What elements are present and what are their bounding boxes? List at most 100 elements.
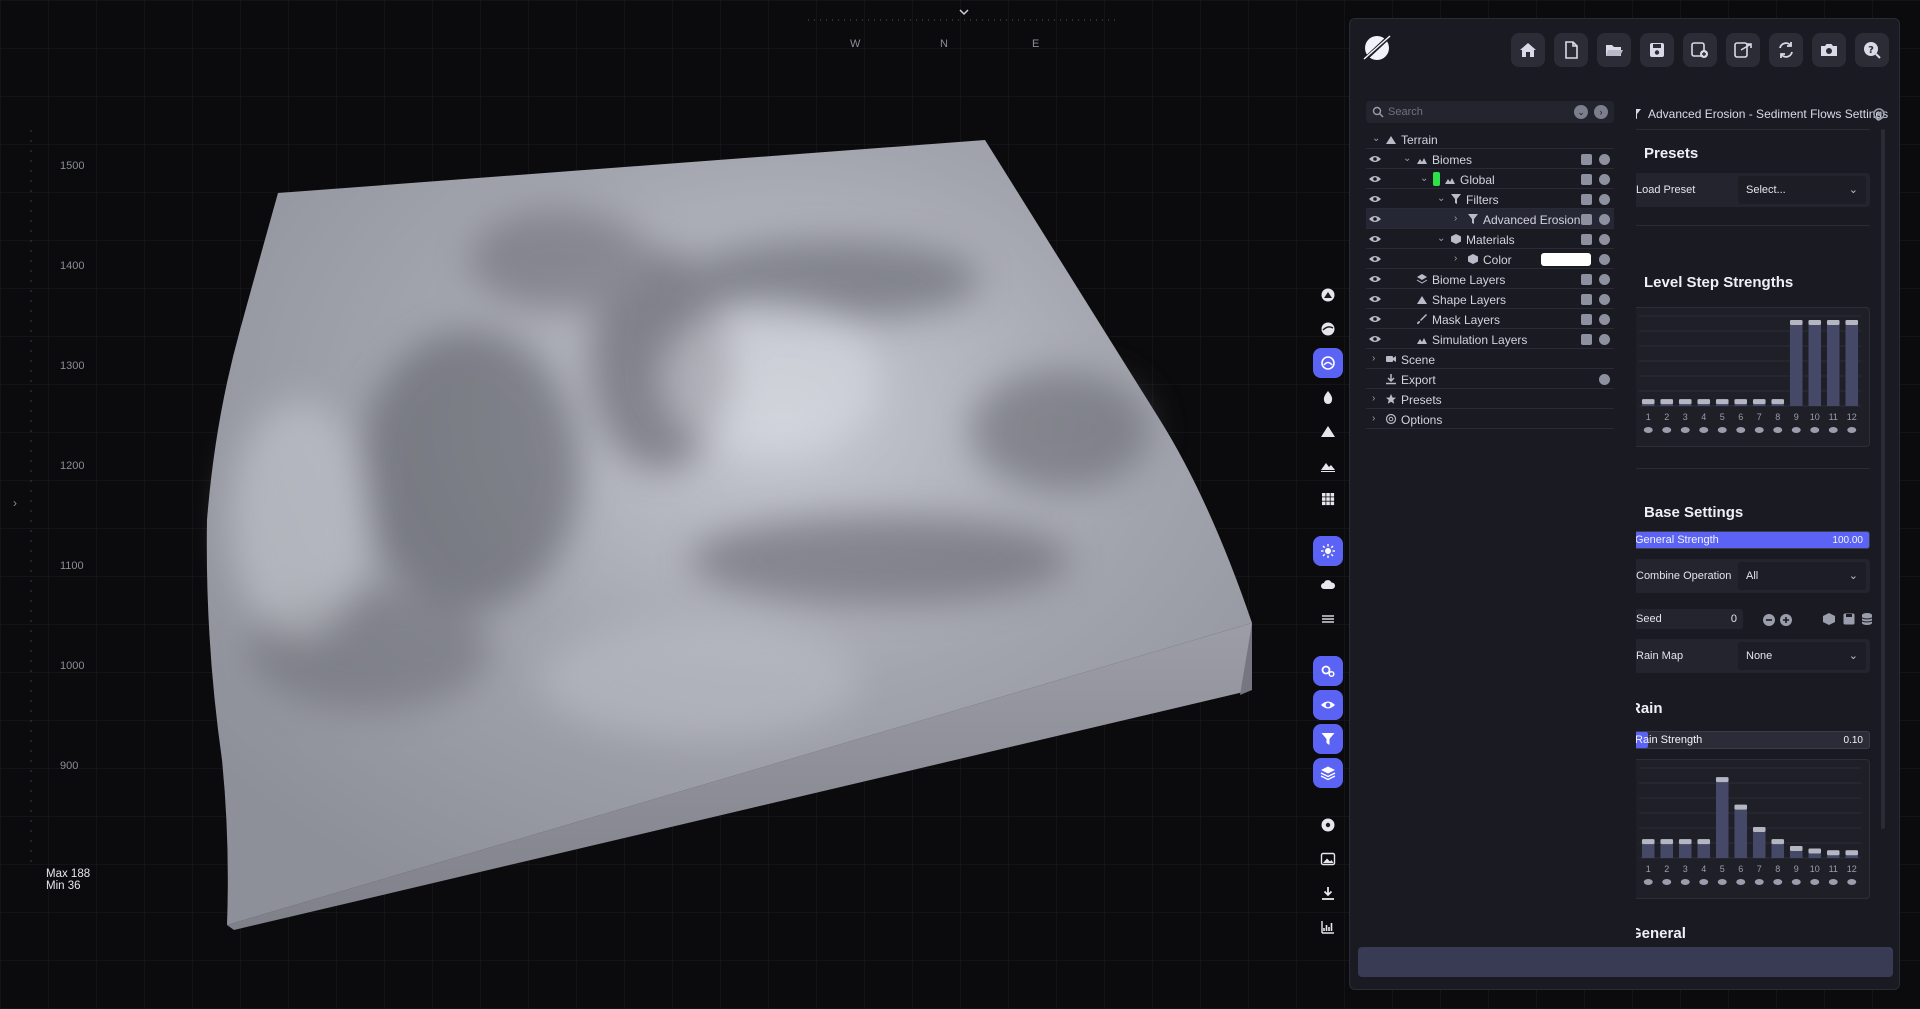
presets-heading[interactable]: Presets — [1644, 145, 1698, 162]
search-input[interactable] — [1388, 106, 1558, 118]
tree-item-global[interactable]: ⌄ Global — [1366, 169, 1614, 189]
chevron-down-icon[interactable]: ⌄ — [1437, 194, 1447, 204]
chevron-down-icon[interactable]: ⌄ — [1372, 134, 1382, 144]
eye-button[interactable] — [1313, 690, 1343, 720]
water-button[interactable] — [1313, 382, 1343, 412]
tree-item-export[interactable]: Export — [1366, 369, 1614, 389]
refresh-icon[interactable] — [1599, 214, 1610, 225]
fog-button[interactable] — [1313, 604, 1343, 634]
seed-field[interactable]: Seed 0 — [1636, 609, 1743, 629]
compass[interactable]: W N E — [808, 8, 1118, 50]
folder-icon[interactable] — [1581, 194, 1592, 205]
tree-search[interactable]: ⌄ › — [1366, 101, 1614, 123]
new-file-button[interactable] — [1554, 33, 1588, 67]
folder-icon[interactable] — [1581, 314, 1592, 325]
grid-button[interactable] — [1313, 484, 1343, 514]
random-dice-icon[interactable] — [1822, 612, 1836, 626]
tree-item-advanced-erosion-se[interactable]: › Advanced Erosion - Se — [1366, 209, 1614, 229]
refresh-button[interactable] — [1769, 33, 1803, 67]
folder-icon[interactable] — [1581, 174, 1592, 185]
color-swatch[interactable] — [1541, 253, 1591, 266]
combine-operation-select[interactable]: All ⌄ — [1738, 562, 1866, 590]
tree-item-materials[interactable]: ⌄ Materials — [1366, 229, 1614, 249]
decrement-icon[interactable] — [1762, 613, 1776, 627]
eye-icon[interactable] — [1368, 314, 1382, 324]
tree-item-options[interactable]: › Options — [1366, 409, 1614, 429]
eye-icon[interactable] — [1368, 294, 1382, 304]
add-icon[interactable] — [1599, 154, 1610, 165]
eye-icon[interactable] — [1368, 174, 1382, 184]
terrain-view-button[interactable] — [1313, 280, 1343, 310]
mountain-button[interactable] — [1313, 416, 1343, 446]
base-settings-heading[interactable]: Base Settings — [1644, 504, 1743, 521]
next-arrow-icon[interactable]: › — [1594, 105, 1608, 119]
eye-icon[interactable] — [1368, 214, 1382, 224]
eye-icon[interactable] — [1368, 254, 1382, 264]
save-button[interactable] — [1640, 33, 1674, 67]
home-button[interactable] — [1511, 33, 1545, 67]
settings-gears-button[interactable] — [1313, 656, 1343, 686]
rain-map-select[interactable]: None ⌄ — [1738, 642, 1866, 670]
level-step-heading[interactable]: Level Step Strengths — [1644, 274, 1793, 291]
folder-icon[interactable] — [1581, 274, 1592, 285]
increment-icon[interactable] — [1779, 613, 1793, 627]
chevron-down-icon[interactable]: ⌄ — [1420, 174, 1430, 184]
image-button[interactable] — [1313, 844, 1343, 874]
add-icon[interactable] — [1599, 194, 1610, 205]
general-strength-slider[interactable]: General Strength 100.00 — [1636, 531, 1870, 549]
add-icon[interactable] — [1599, 274, 1610, 285]
chevron-right-icon[interactable]: › — [1454, 214, 1464, 224]
eye-icon[interactable] — [1368, 334, 1382, 344]
add-icon[interactable] — [1599, 234, 1610, 245]
collapse-all-icon[interactable]: ⌄ — [1574, 105, 1588, 119]
level-step-chart[interactable]: 1 2 3 4 5 6 7 8 9 10 11 12 — [1636, 307, 1870, 447]
tree-item-filters[interactable]: ⌄ Filters — [1366, 189, 1614, 209]
tree-item-mask-layers[interactable]: Mask Layers — [1366, 309, 1614, 329]
tree-item-presets[interactable]: › Presets — [1366, 389, 1614, 409]
folder-icon[interactable] — [1581, 154, 1592, 165]
export-button[interactable] — [1726, 33, 1760, 67]
save-seed-icon[interactable] — [1842, 612, 1856, 626]
add-icon[interactable] — [1599, 314, 1610, 325]
help-button[interactable]: ? — [1855, 33, 1889, 67]
target-button[interactable] — [1313, 810, 1343, 840]
chevron-down-icon[interactable]: ⌄ — [1403, 154, 1413, 164]
add-icon[interactable] — [1599, 374, 1610, 385]
rain-chart[interactable]: 1 2 3 4 5 6 7 8 9 10 11 12 — [1636, 759, 1870, 899]
biome-button[interactable] — [1313, 348, 1343, 378]
level-step-bars[interactable]: 1 2 3 4 5 6 7 8 9 10 11 12 — [1636, 308, 1869, 446]
settings-gear-icon[interactable] — [1872, 107, 1886, 121]
eye-icon[interactable] — [1368, 234, 1382, 244]
load-preset-select[interactable]: Select... ⌄ — [1738, 176, 1866, 204]
chevron-down-icon[interactable]: ⌄ — [1437, 234, 1447, 244]
chart-button[interactable] — [1313, 912, 1343, 942]
settings-scrollbar[interactable] — [1881, 129, 1885, 829]
folder-icon[interactable] — [1581, 234, 1592, 245]
camera-button[interactable] — [1812, 33, 1846, 67]
chevron-right-icon[interactable]: › — [1372, 414, 1382, 424]
chevron-right-icon[interactable]: › — [1454, 254, 1464, 264]
filter-button[interactable] — [1313, 724, 1343, 754]
cloud-button[interactable] — [1313, 570, 1343, 600]
chevron-right-icon[interactable]: › — [1372, 354, 1382, 364]
tree-item-biome-layers[interactable]: Biome Layers — [1366, 269, 1614, 289]
tree-item-simulation-layers[interactable]: Simulation Layers — [1366, 329, 1614, 349]
tree-item-color[interactable]: › Color — [1366, 249, 1614, 269]
rain-strength-slider[interactable]: Rain Strength 0.10 — [1636, 731, 1870, 749]
rain-bars[interactable]: 1 2 3 4 5 6 7 8 9 10 11 12 — [1636, 760, 1869, 898]
expand-left-icon[interactable]: › — [13, 496, 17, 510]
add-icon[interactable] — [1599, 174, 1610, 185]
tree-item-terrain[interactable]: ⌄ Terrain — [1366, 129, 1614, 149]
layers-button[interactable] — [1313, 758, 1343, 788]
save-as-button[interactable] — [1683, 33, 1717, 67]
eye-icon[interactable] — [1368, 194, 1382, 204]
tree-item-biomes[interactable]: ⌄ Biomes — [1366, 149, 1614, 169]
folder-icon[interactable] — [1581, 294, 1592, 305]
database-icon[interactable] — [1860, 612, 1874, 626]
refresh-icon[interactable] — [1599, 254, 1610, 265]
open-folder-button[interactable] — [1597, 33, 1631, 67]
tree-item-scene[interactable]: › Scene — [1366, 349, 1614, 369]
globe-button[interactable] — [1313, 314, 1343, 344]
add-icon[interactable] — [1599, 294, 1610, 305]
sun-button[interactable] — [1313, 536, 1343, 566]
